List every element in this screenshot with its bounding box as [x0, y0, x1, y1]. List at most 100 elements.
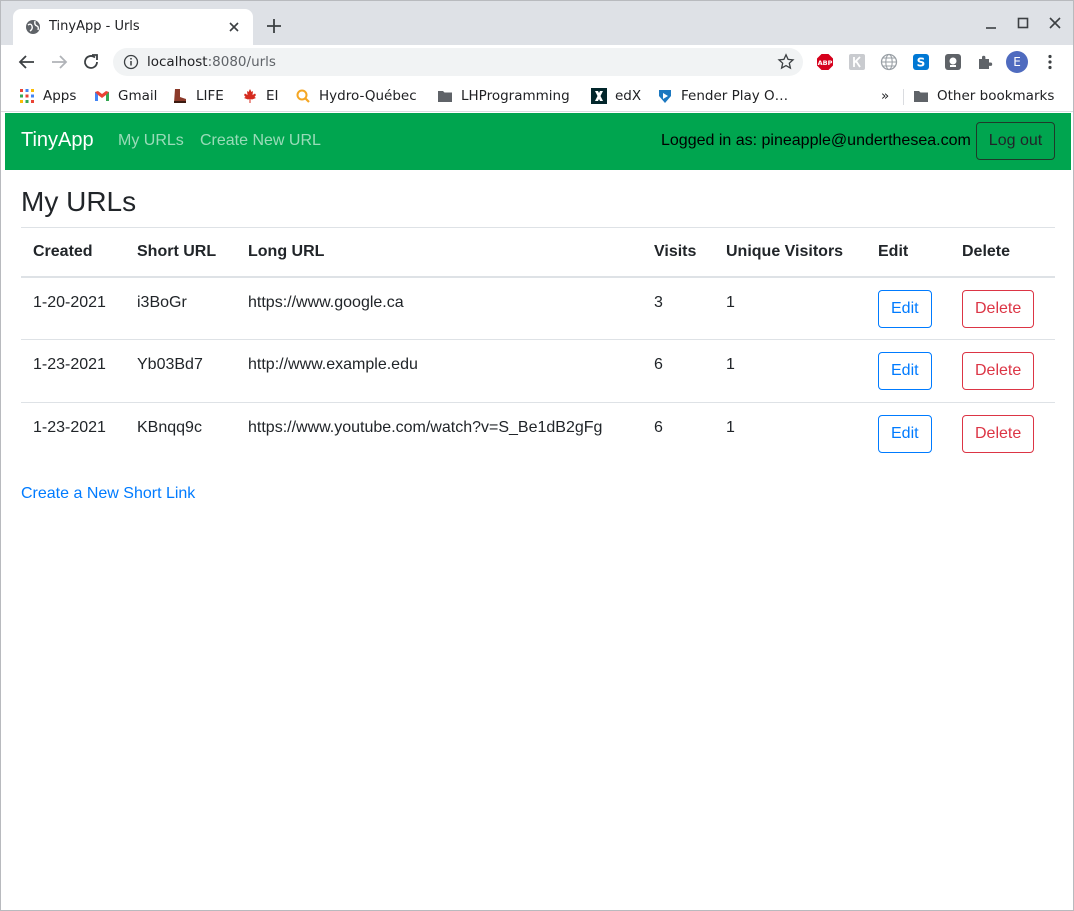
cell-delete: Delete	[950, 339, 1055, 403]
menu-kebab-icon[interactable]	[1041, 53, 1059, 71]
bookmark-hydro-quebec[interactable]: Hydro-Québec	[295, 87, 417, 105]
bookmark-lhprogramming[interactable]: LHProgramming	[437, 87, 570, 105]
bookmark-fender-play[interactable]: Fender Play O…	[657, 87, 788, 105]
reload-icon[interactable]	[80, 51, 102, 73]
column-header-edit: Edit	[866, 227, 950, 278]
column-header-visits: Visits	[642, 227, 714, 278]
nav-create-new-url[interactable]: Create New URL	[200, 132, 321, 150]
address-bar[interactable]: localhost:8080/urls	[113, 48, 803, 76]
close-tab-icon[interactable]	[225, 18, 243, 36]
nav-my-urls[interactable]: My URLs	[118, 132, 184, 150]
app-navbar: TinyApp My URLs Create New URL Logged in…	[5, 113, 1071, 170]
tab-strip: TinyApp - Urls	[1, 1, 1073, 45]
cell-visits: 6	[642, 339, 714, 403]
bookmark-ei[interactable]: EI	[242, 87, 279, 105]
apps-grid-icon	[20, 89, 34, 103]
cell-created: 1-23-2021	[21, 339, 125, 403]
column-header-created: Created	[21, 227, 125, 278]
table-header-row: Created Short URL Long URL Visits Unique…	[21, 227, 1055, 278]
svg-text:S: S	[917, 56, 926, 70]
bookmark-edx[interactable]: edX	[591, 87, 641, 105]
extension-k-icon[interactable]	[848, 53, 866, 71]
browser-window: TinyApp - Urls localhost:8080/urls ABP S…	[0, 0, 1074, 911]
url-text: localhost:8080/urls	[147, 54, 276, 70]
cell-short-url: i3BoGr	[125, 276, 236, 340]
browser-toolbar: localhost:8080/urls ABP S E	[1, 45, 1073, 79]
bookmark-label: LHProgramming	[461, 88, 570, 104]
web-page: TinyApp My URLs Create New URL Logged in…	[5, 113, 1071, 909]
delete-button[interactable]: Delete	[962, 352, 1035, 390]
extension-badge-icon[interactable]	[944, 53, 962, 71]
bookmark-label: edX	[615, 88, 642, 104]
column-header-short-url: Short URL	[125, 227, 236, 278]
logout-button[interactable]: Log out	[976, 122, 1055, 160]
globe-extension-icon[interactable]	[880, 53, 898, 71]
url-path: :8080/urls	[207, 54, 276, 70]
other-bookmarks-label: Other bookmarks	[937, 88, 1055, 104]
table-row: 1-23-2021 Yb03Bd7 http://www.example.edu…	[21, 339, 1055, 403]
cell-visits: 3	[642, 276, 714, 340]
cell-unique-visitors: 1	[714, 276, 866, 340]
back-arrow-icon[interactable]	[16, 51, 38, 73]
folder-icon	[914, 91, 928, 102]
extensions-puzzle-icon[interactable]	[976, 53, 994, 71]
cell-created: 1-23-2021	[33, 419, 106, 436]
other-bookmarks[interactable]: Other bookmarks	[913, 87, 1054, 105]
edit-button[interactable]: Edit	[878, 352, 932, 390]
bookmarks-divider	[903, 89, 904, 105]
bookmark-apps[interactable]: Apps	[19, 87, 76, 105]
cell-long-url: https://www.youtube.com/watch?v=S_Be1dB2…	[248, 419, 603, 436]
fender-icon	[659, 90, 671, 103]
cell-unique-visitors: 1	[714, 339, 866, 403]
edit-button[interactable]: Edit	[878, 289, 932, 328]
cell-unique-visitors: 1	[726, 419, 735, 436]
cell-short-url: KBnqq9c	[137, 419, 202, 436]
gmail-icon	[95, 91, 109, 101]
table-row: 1-20-2021 i3BoGr https://www.google.ca 3…	[21, 276, 1055, 340]
table-row: 1-23-2021 KBnqq9c https://www.youtube.co…	[21, 403, 1055, 466]
forward-arrow-icon[interactable]	[48, 51, 70, 73]
brand-logo[interactable]: TinyApp	[21, 129, 94, 152]
cell-delete: Delete	[950, 403, 1055, 466]
tab-title: TinyApp - Urls	[49, 19, 140, 34]
delete-button[interactable]: Delete	[962, 415, 1035, 453]
bookmark-label: Fender Play O…	[681, 88, 789, 104]
globe-icon	[26, 20, 40, 34]
cell-visits: 6	[654, 419, 663, 436]
adblock-plus-icon[interactable]: ABP	[816, 53, 834, 71]
urls-table: Created Short URL Long URL Visits Unique…	[21, 227, 1055, 466]
cell-short-url: Yb03Bd7	[125, 339, 236, 403]
close-window-icon[interactable]	[1045, 13, 1065, 33]
new-tab-icon[interactable]	[264, 16, 284, 36]
bookmark-label: Apps	[43, 88, 77, 104]
profile-avatar[interactable]: E	[1006, 51, 1028, 73]
cell-edit: Edit	[866, 339, 950, 403]
delete-button[interactable]: Delete	[962, 289, 1035, 328]
bookmark-label: Gmail	[118, 88, 158, 104]
page-title: My URLs	[21, 186, 137, 217]
bookmark-label: Hydro-Québec	[319, 88, 417, 104]
bookmark-star-icon[interactable]	[777, 53, 795, 71]
create-short-link[interactable]: Create a New Short Link	[21, 485, 195, 503]
cell-delete: Delete	[950, 276, 1055, 340]
bookmark-life[interactable]: LIFE	[172, 87, 224, 105]
svg-text:ABP: ABP	[818, 59, 833, 67]
minimize-icon[interactable]	[981, 13, 1001, 33]
info-icon[interactable]	[123, 54, 139, 70]
skype-extension-icon[interactable]: S	[912, 53, 930, 71]
column-header-long-url: Long URL	[236, 227, 642, 278]
maximize-icon[interactable]	[1013, 13, 1033, 33]
column-header-delete: Delete	[950, 227, 1055, 278]
edit-button[interactable]: Edit	[878, 415, 932, 453]
logged-in-text: Logged in as: pineapple@underthesea.com	[661, 132, 971, 149]
tab-tinyapp[interactable]: TinyApp - Urls	[13, 9, 253, 45]
bookmark-gmail[interactable]: Gmail	[94, 87, 157, 105]
bookmark-label: LIFE	[196, 88, 224, 104]
bookmark-label: EI	[266, 88, 279, 104]
boot-icon	[174, 89, 186, 103]
hydro-quebec-icon	[296, 89, 310, 103]
column-header-unique-visitors: Unique Visitors	[714, 227, 866, 278]
folder-icon	[438, 91, 452, 102]
cell-long-url: http://www.example.edu	[236, 339, 642, 403]
bookmarks-overflow-chevron-icon[interactable]: »	[881, 87, 889, 105]
